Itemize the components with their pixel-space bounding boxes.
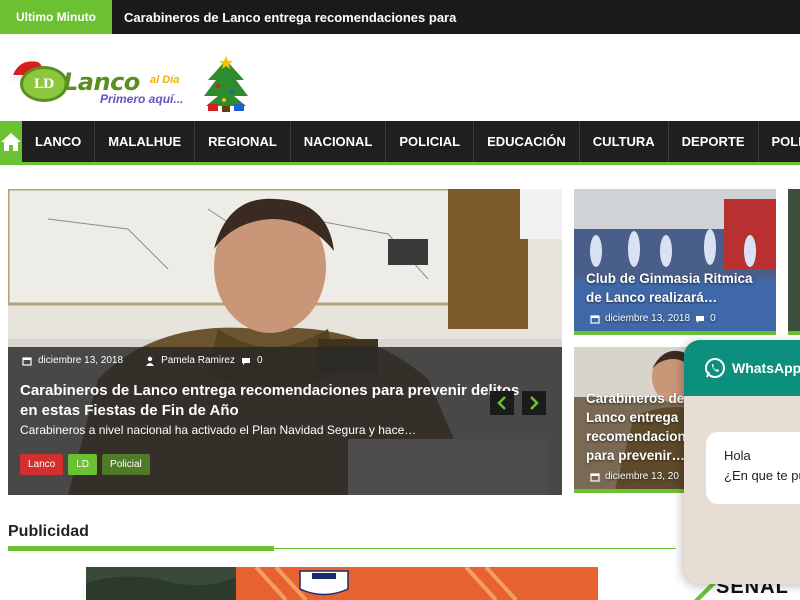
side-card[interactable]: Club de Ginmasia Ritmica de Lanco realiz… <box>574 189 776 335</box>
featured-excerpt: Carabineros a nivel nacional ha activado… <box>20 423 417 437</box>
featured-date[interactable]: diciembre 13, 2018 <box>38 355 123 366</box>
whatsapp-icon <box>705 358 725 378</box>
ad-image <box>86 567 598 600</box>
slider-prev-button[interactable] <box>490 391 514 415</box>
logo-badge: LD <box>20 66 68 102</box>
card-meta: diciembre 13, 2018 0 <box>590 313 716 324</box>
nav-item-politica[interactable]: POLITICA <box>759 121 800 162</box>
chevron-right-icon <box>530 396 539 410</box>
featured-slide[interactable]: diciembre 13, 2018 Pamela Ramirez 0 Cara… <box>8 189 562 495</box>
comment-icon <box>241 357 250 365</box>
calendar-icon <box>22 356 32 366</box>
nav-item-policial[interactable]: POLICIAL <box>386 121 475 162</box>
nav-item-malalhue[interactable]: MALALHUE <box>95 121 196 162</box>
ad-banner[interactable] <box>86 567 598 600</box>
home-button[interactable] <box>0 121 22 162</box>
logo-tagline: Primero aquí... <box>100 92 184 106</box>
whatsapp-header[interactable]: WhatsApp <box>684 340 800 396</box>
comment-icon <box>696 315 705 323</box>
tag-ld[interactable]: LD <box>68 454 98 475</box>
nav-item-lanco[interactable]: LANCO <box>22 121 96 162</box>
logo-suffix: al Día <box>150 74 180 86</box>
calendar-icon <box>590 472 600 482</box>
main-nav: LANCO MALALHUE REGIONAL NACIONAL POLICIA… <box>0 121 800 165</box>
ticker-label: Ultimo Minuto <box>0 0 112 34</box>
chevron-left-icon <box>497 396 506 410</box>
user-icon <box>146 356 155 366</box>
ticker-headline-link[interactable]: Carabineros de Lanco entrega recomendaci… <box>112 10 456 25</box>
nav-item-cultura[interactable]: CULTURA <box>580 121 669 162</box>
card-date[interactable]: diciembre 13, 20 <box>605 471 679 482</box>
whatsapp-title: WhatsApp <box>732 360 800 376</box>
featured-comments[interactable]: 0 <box>257 355 263 366</box>
calendar-icon <box>590 314 600 324</box>
card-comments[interactable]: 0 <box>710 313 716 324</box>
section-underline <box>8 546 274 551</box>
featured-author[interactable]: Pamela Ramirez <box>161 355 235 366</box>
card-title[interactable]: Carabineros de Lanco entrega recomendaci… <box>586 389 701 465</box>
slider-next-button[interactable] <box>522 391 546 415</box>
nav-item-nacional[interactable]: NACIONAL <box>291 121 387 162</box>
side-card-partial[interactable] <box>788 189 800 335</box>
card-title[interactable]: Club de Ginmasia Ritmica de Lanco realiz… <box>586 269 772 307</box>
card-photo <box>788 189 800 331</box>
site-logo[interactable]: LD Lanco al Día Primero aquí... <box>8 52 258 114</box>
home-icon <box>1 132 21 151</box>
tag-lanco[interactable]: Lanco <box>20 454 64 475</box>
nav-item-educacion[interactable]: EDUCACIÓN <box>474 121 580 162</box>
breaking-news-ticker: Ultimo Minuto Carabineros de Lanco entre… <box>0 0 800 34</box>
featured-tags: Lanco LD Policial <box>20 454 150 475</box>
whatsapp-question: ¿En que te pu <box>724 468 800 483</box>
whatsapp-message-bubble: Hola ¿En que te pu <box>706 432 800 504</box>
nav-item-deporte[interactable]: DEPORTE <box>669 121 759 162</box>
tag-policial[interactable]: Policial <box>102 454 150 475</box>
section-title: Publicidad <box>8 523 89 540</box>
featured-title[interactable]: Carabineros de Lanco entrega recomendaci… <box>20 381 520 421</box>
whatsapp-widget[interactable]: WhatsApp Hola ¿En que te pu <box>684 340 800 584</box>
christmas-tree-icon <box>204 56 248 112</box>
card-date[interactable]: diciembre 13, 2018 <box>605 313 690 324</box>
card-meta: diciembre 13, 20 <box>590 471 679 482</box>
whatsapp-greeting: Hola <box>724 448 751 463</box>
page: { "ticker": { "label": "Ultimo Minuto", … <box>0 0 800 600</box>
featured-meta: diciembre 13, 2018 Pamela Ramirez 0 <box>22 355 263 366</box>
nav-item-regional[interactable]: REGIONAL <box>195 121 291 162</box>
